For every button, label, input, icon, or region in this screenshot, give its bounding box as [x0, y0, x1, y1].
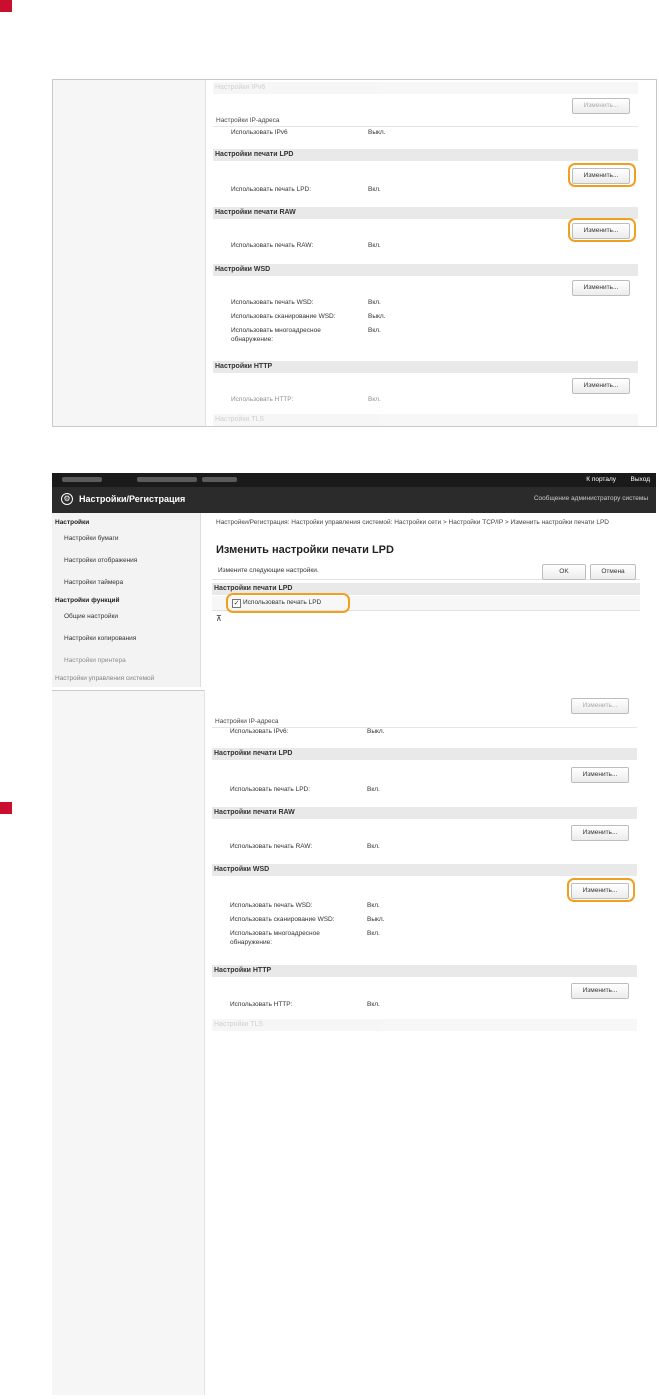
use-ipv6-value: Выкл.	[367, 728, 385, 735]
blurred-text	[202, 477, 237, 482]
ip-address-subheader: Настройки IP-адреса	[213, 116, 638, 127]
settings-icon: ⚙	[61, 493, 73, 505]
highlight-ring	[567, 878, 635, 902]
wsd-edit-button[interactable]: Изменить...	[572, 280, 630, 296]
use-raw-label: Использовать печать RAW:	[231, 242, 314, 249]
wsd-scan-value: Выкл.	[368, 313, 386, 320]
use-ipv6-value: Выкл.	[368, 129, 386, 136]
tls-section-header: Настройки TLS	[213, 414, 638, 426]
wsd-print-value: Вкл.	[368, 299, 381, 306]
http-edit-button[interactable]: Изменить...	[571, 983, 629, 999]
wsd-section-header: Настройки WSD	[212, 864, 637, 876]
sidebar: Настройки Настройки бумаги Настройки ото…	[52, 513, 201, 687]
ipv6-edit-button[interactable]: Изменить...	[572, 98, 630, 114]
ip-address-subheader: Настройки IP-адреса	[212, 717, 637, 728]
use-http-label: Использовать HTTP:	[230, 1001, 293, 1008]
screenshot-tcpip-settings-1: Настройки IPv6 Изменить... Настройки IP-…	[52, 79, 657, 427]
use-lpd-label: Использовать печать LPD:	[231, 186, 312, 193]
http-section-header: Настройки HTTP	[213, 361, 638, 373]
wsd-scan-value: Выкл.	[367, 916, 385, 923]
use-raw-value: Вкл.	[367, 843, 380, 850]
portal-link[interactable]: К порталу	[586, 476, 616, 483]
sidebar-group-settings: Настройки	[55, 519, 90, 526]
sidebar-item-display[interactable]: Настройки отображения	[64, 557, 137, 564]
use-http-value: Вкл.	[367, 1001, 380, 1008]
instruction-text: Измените следующие настройки.	[218, 567, 319, 574]
highlight-ring	[226, 593, 350, 613]
highlight-ring	[568, 163, 636, 187]
ok-button[interactable]: OK	[542, 564, 586, 580]
admin-message-link[interactable]: Сообщение администратору системы	[534, 495, 648, 502]
wsd-multicast-label: Использовать многоадресное обнаружение:	[231, 327, 321, 343]
cancel-button[interactable]: Отмена	[590, 564, 636, 580]
sidebar-item-printer[interactable]: Настройки принтера	[64, 657, 126, 664]
sidebar-item-copy[interactable]: Настройки копирования	[64, 635, 136, 642]
wsd-scan-label: Использовать сканирование WSD:	[231, 313, 336, 320]
wsd-scan-label: Использовать сканирование WSD:	[230, 916, 335, 923]
use-lpd-value: Вкл.	[368, 186, 381, 193]
instruction-row: Измените следующие настройки. OK Отмена	[212, 563, 640, 580]
scroll-top-icon[interactable]: ⊼	[216, 614, 222, 623]
logout-link[interactable]: Выход	[631, 476, 650, 483]
page-title: Изменить настройки печати LPD	[216, 544, 394, 556]
step-marker	[0, 0, 12, 12]
screenshot-edit-lpd: К порталу Выход ⚙ Настройки/Регистрация …	[52, 473, 656, 687]
sidebar-item-timer[interactable]: Настройки таймера	[64, 579, 123, 586]
wsd-multicast-value: Вкл.	[367, 930, 380, 937]
main-panel: Настройки/Регистрация: Настройки управле…	[212, 513, 640, 687]
use-lpd-label: Использовать печать LPD:	[230, 786, 311, 793]
wsd-section-header: Настройки WSD	[213, 264, 638, 276]
use-ipv6-label: Использовать IPv6	[231, 129, 288, 136]
use-http-label: Использовать HTTP:	[231, 396, 294, 403]
use-raw-label: Использовать печать RAW:	[230, 843, 313, 850]
raw-edit-button[interactable]: Изменить...	[571, 825, 629, 841]
use-http-value: Вкл.	[368, 396, 381, 403]
title-bar: ⚙ Настройки/Регистрация Сообщение админи…	[52, 487, 656, 513]
tls-section-header: Настройки TLS	[212, 1019, 637, 1031]
left-column	[52, 690, 205, 1395]
sidebar-item-common[interactable]: Общие настройки	[64, 613, 118, 620]
wsd-print-value: Вкл.	[367, 902, 380, 909]
use-raw-value: Вкл.	[368, 242, 381, 249]
app-title: Настройки/Регистрация	[79, 494, 186, 504]
http-edit-button[interactable]: Изменить...	[572, 378, 630, 394]
use-ipv6-label: Использовать IPv6:	[230, 728, 289, 735]
sidebar-item-system-management[interactable]: Настройки управления системой	[55, 675, 154, 682]
highlight-ring	[568, 218, 636, 242]
settings-content: Изменить... Настройки IP-адреса Использо…	[212, 690, 637, 1395]
raw-section-header: Настройки печати RAW	[212, 807, 637, 819]
wsd-print-label: Использовать печать WSD:	[230, 902, 313, 909]
lpd-section-header: Настройки печати LPD	[213, 149, 638, 161]
sidebar-item-paper[interactable]: Настройки бумаги	[64, 535, 119, 542]
wsd-multicast-label: Использовать многоадресное обнаружение:	[230, 930, 320, 946]
breadcrumb: Настройки/Регистрация: Настройки управле…	[216, 519, 609, 526]
top-bar: К порталу Выход	[52, 473, 656, 487]
wsd-multicast-value: Вкл.	[368, 327, 381, 334]
wsd-print-label: Использовать печать WSD:	[231, 299, 314, 306]
blurred-text	[62, 477, 102, 482]
lpd-edit-button[interactable]: Изменить...	[571, 767, 629, 783]
blurred-text	[137, 477, 197, 482]
step-marker	[0, 802, 12, 814]
http-section-header: Настройки HTTP	[212, 965, 637, 977]
use-lpd-value: Вкл.	[367, 786, 380, 793]
top-edit-button[interactable]: Изменить...	[571, 698, 629, 714]
screenshot-tcpip-settings-2: Изменить... Настройки IP-адреса Использо…	[52, 690, 655, 1395]
left-column	[53, 80, 206, 426]
sidebar-group-functions: Настройки функций	[55, 597, 120, 604]
lpd-section-header: Настройки печати LPD	[212, 748, 637, 760]
settings-content: Настройки IPv6 Изменить... Настройки IP-…	[213, 80, 638, 426]
ipv6-section-header: Настройки IPv6	[213, 82, 638, 94]
